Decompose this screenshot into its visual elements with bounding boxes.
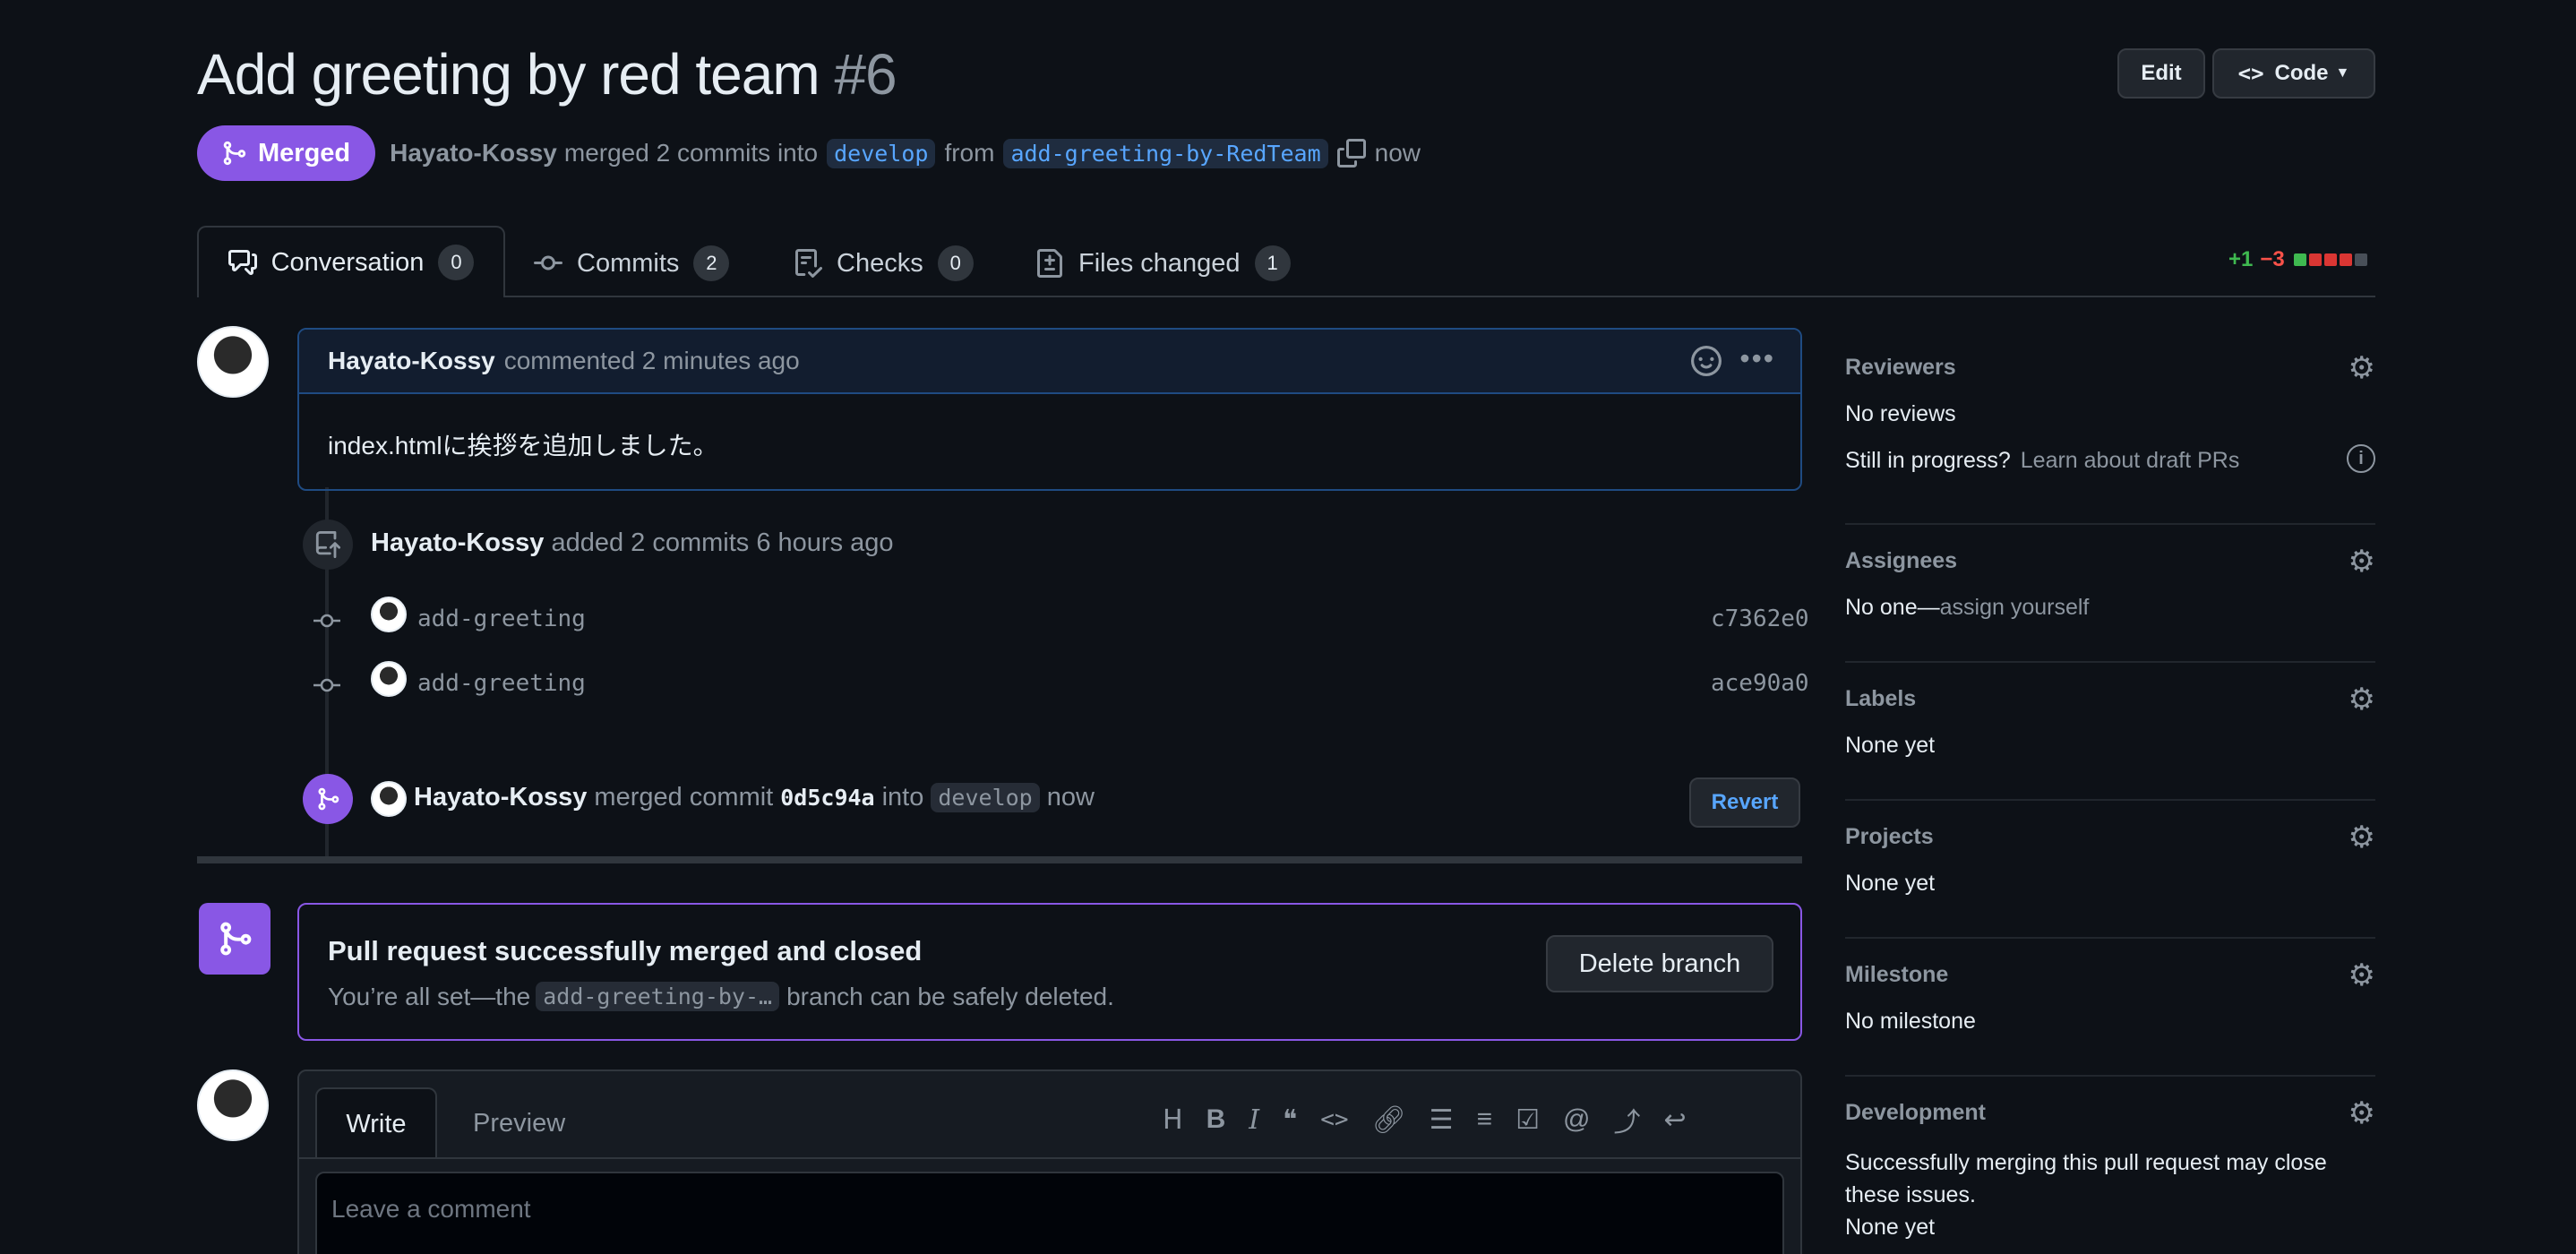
task-list-icon[interactable]: ☑ [1516, 1104, 1540, 1136]
gear-icon[interactable]: ⚙︎ [2348, 546, 2375, 577]
merge-branch[interactable]: develop [931, 783, 1040, 812]
merged-status-text: You’re all set—the add-greeting-by-… bra… [328, 982, 1114, 1011]
edit-button[interactable]: Edit [2117, 48, 2205, 99]
merge-commit-sha[interactable]: 0d5c94a [780, 785, 874, 811]
gear-icon[interactable]: ⚙︎ [2348, 353, 2375, 383]
commit-message[interactable]: add-greeting [417, 670, 586, 697]
tab-files-changed[interactable]: Files changed 1 [1035, 244, 1291, 283]
chevron-down-icon: ▼ [2335, 65, 2350, 81]
mention-icon[interactable]: @ [1563, 1104, 1590, 1135]
commit-icon [313, 606, 340, 628]
merged-status-box: Pull request successfully merged and clo… [297, 903, 1802, 1041]
base-branch[interactable]: develop [827, 138, 936, 168]
comment-meta: commented 2 minutes ago [503, 347, 800, 374]
comment-box: Hayato-Kossy commented 2 minutes ago •••… [297, 328, 1802, 491]
toolbar-divider [299, 1157, 1800, 1159]
gear-icon[interactable]: ⚙︎ [2348, 684, 2375, 715]
copy-icon[interactable] [1336, 139, 1366, 167]
code-icon[interactable]: <> [1320, 1106, 1348, 1133]
page-title: Add greeting by red team #6 [197, 41, 897, 107]
avatar[interactable] [371, 781, 407, 817]
tab-write[interactable]: Write [315, 1087, 437, 1159]
conversation-icon [228, 250, 257, 275]
assign-yourself-link[interactable]: assign yourself [1940, 595, 2090, 620]
merge-event-icon [303, 774, 353, 824]
cross-reference-icon[interactable]: ⤴ [1613, 1100, 1640, 1139]
pr-number: #6 [834, 42, 897, 107]
bold-icon[interactable]: B [1206, 1104, 1226, 1135]
pr-state-row: Merged Hayato-Kossy merged 2 commits int… [197, 125, 1421, 181]
head-branch[interactable]: add-greeting-by-RedTeam [1003, 138, 1328, 168]
checklist-icon [795, 249, 822, 278]
avatar[interactable] [371, 597, 407, 632]
gear-icon[interactable]: ⚙︎ [2348, 1098, 2375, 1129]
event-author[interactable]: Hayato-Kossy [371, 528, 544, 557]
merged-branch[interactable]: add-greeting-by-… [536, 982, 780, 1011]
sidebar-reviewers: Reviewers ⚙︎ No reviews Still in progres… [1845, 353, 2375, 525]
revert-button[interactable]: Revert [1689, 777, 1800, 828]
gear-icon[interactable]: ⚙︎ [2348, 822, 2375, 853]
pr-title: Add greeting by red team [197, 42, 820, 107]
avatar[interactable] [371, 661, 407, 697]
italic-icon[interactable]: I [1249, 1104, 1259, 1136]
sidebar: Reviewers ⚙︎ No reviews Still in progres… [1845, 353, 2375, 1240]
diffstat: +1 −3 [2228, 247, 2367, 272]
commit-icon [534, 255, 562, 271]
commit-message[interactable]: add-greeting [417, 606, 586, 632]
comment-editor: Write Preview H B I ❝ <> 🔗︎ ☰ ≡ ☑ @ ⤴ ↩ … [297, 1069, 1802, 1254]
sidebar-projects: Projects ⚙︎ None yet [1845, 801, 2375, 939]
merge-icon [223, 141, 246, 166]
tab-conversation[interactable]: Conversation 0 [197, 226, 505, 297]
comment-body: index.htmlに挨拶を追加しました。 [328, 432, 718, 460]
sidebar-assignees: Assignees ⚙︎ No one—assign yourself [1845, 525, 2375, 663]
file-diff-icon [1037, 249, 1062, 278]
timeline-end-divider [197, 856, 1802, 863]
smiley-icon[interactable] [1691, 346, 1722, 382]
merge-time: now [1374, 139, 1421, 167]
comment-textarea[interactable]: Leave a comment [315, 1172, 1784, 1254]
draft-pr-link[interactable]: Learn about draft PRs [2021, 448, 2240, 473]
commits-event-text: Hayato-Kossy added 2 commits 6 hours ago [371, 528, 894, 557]
heading-icon[interactable]: H [1163, 1104, 1183, 1136]
merge-event-text: Hayato-Kossy merged commit 0d5c94a into … [414, 783, 1095, 812]
markdown-toolbar: H B I ❝ <> 🔗︎ ☰ ≡ ☑ @ ⤴ ↩ [1163, 1100, 1687, 1139]
avatar[interactable] [197, 326, 269, 398]
from-text: from [944, 139, 995, 167]
merge-author[interactable]: Hayato-Kossy [390, 139, 557, 167]
commit-sha[interactable]: c7362e0 [1711, 606, 1809, 632]
comment-header: Hayato-Kossy commented 2 minutes ago ••• [299, 330, 1800, 394]
quote-icon[interactable]: ❝ [1283, 1104, 1297, 1136]
merge-status-icon [199, 903, 270, 975]
link-icon[interactable]: 🔗︎ [1372, 1104, 1406, 1136]
tab-preview[interactable]: Preview [473, 1109, 565, 1138]
reply-icon[interactable]: ↩ [1663, 1104, 1686, 1136]
diffstat-bar [2293, 253, 2367, 266]
push-event-icon [303, 520, 353, 570]
merged-status-title: Pull request successfully merged and clo… [328, 935, 923, 966]
avatar[interactable] [197, 1069, 269, 1141]
sidebar-milestone: Milestone ⚙︎ No milestone [1845, 939, 2375, 1077]
tab-commits[interactable]: Commits 2 [534, 244, 730, 283]
gear-icon[interactable]: ⚙︎ [2348, 960, 2375, 991]
unordered-list-icon[interactable]: ☰ [1430, 1104, 1454, 1136]
tab-checks[interactable]: Checks 0 [794, 244, 974, 283]
tab-bar-divider [197, 296, 2375, 297]
merged-badge: Merged [197, 125, 376, 181]
code-icon: <> [2237, 61, 2264, 86]
sidebar-labels: Labels ⚙︎ None yet [1845, 663, 2375, 801]
merge-text: merged 2 commits into [563, 139, 819, 167]
info-icon[interactable]: i [2347, 444, 2375, 473]
commit-icon [313, 670, 340, 692]
kebab-horizontal-icon[interactable]: ••• [1739, 342, 1775, 375]
sidebar-development: Development ⚙︎ Successfully merging this… [1845, 1096, 2375, 1240]
ordered-list-icon[interactable]: ≡ [1477, 1104, 1493, 1135]
commit-sha[interactable]: ace90a0 [1711, 670, 1809, 697]
comment-author[interactable]: Hayato-Kossy [328, 347, 495, 375]
code-button[interactable]: <> Code ▼ [2212, 48, 2375, 99]
delete-branch-button[interactable]: Delete branch [1546, 935, 1773, 992]
